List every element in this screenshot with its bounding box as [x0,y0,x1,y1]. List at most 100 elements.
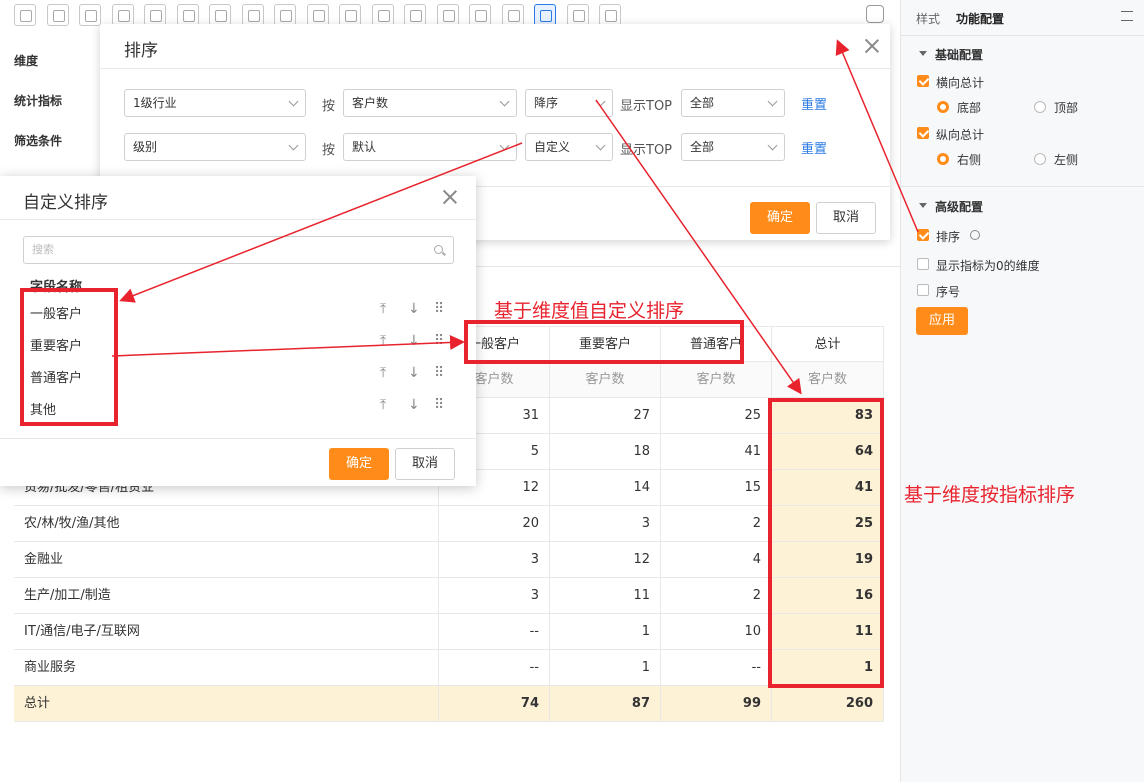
field-select-1[interactable]: 1级行业 [124,89,306,117]
chevron-down-icon [499,96,510,107]
table-cell: 15 [661,470,772,506]
move-top-icon[interactable]: ⤒ [380,397,386,413]
divider [100,68,890,69]
total-cell: 260 [772,686,884,722]
bar-icon[interactable] [436,4,459,26]
chevron-down-icon [288,140,299,151]
radio-bottom[interactable] [937,101,949,113]
table-cell: 41 [661,434,772,470]
top-select-1[interactable]: 全部 [681,89,785,117]
custom-confirm-button[interactable]: 确定 [329,448,389,480]
gauge-icon[interactable] [274,4,296,26]
reset-link-2[interactable]: 重置 [801,138,827,157]
line-chart-icon[interactable] [46,4,69,26]
funnel-icon[interactable] [111,4,134,26]
by-label: 按 [322,143,336,158]
chevron-down-icon [288,96,299,107]
pie-chart-icon[interactable] [79,4,101,26]
metric-select-2-value: 默认 [352,140,377,154]
serial-checkbox[interactable] [917,284,929,296]
move-top-icon[interactable]: ⤒ [380,365,386,381]
order-select-2[interactable]: 自定义 [525,133,613,161]
table-cell: 4 [661,542,772,578]
drag-handle-icon[interactable]: ⠿ [434,365,444,381]
panel-menu-icon[interactable] [1121,11,1133,21]
table-icon[interactable] [14,4,36,26]
table-cell: 10 [661,614,772,650]
move-down-icon[interactable]: ↓ [408,365,420,381]
radio-top-label: 顶部 [1054,101,1079,115]
radio-left[interactable] [1034,153,1046,165]
caret-down-icon[interactable] [919,203,927,208]
drag-handle-icon[interactable]: ⠿ [434,397,444,413]
radar-icon[interactable] [306,4,329,26]
top-select-1-value: 全部 [690,96,715,110]
show-top-label: 显示TOP [620,99,673,114]
total-cell: 99 [661,686,772,722]
sort-checkbox[interactable] [917,229,929,241]
grid-icon[interactable] [176,4,199,26]
sort-confirm-button[interactable]: 确定 [750,202,810,234]
custom-cancel-button[interactable]: 取消 [395,448,455,480]
show-zero-checkbox[interactable] [917,258,929,270]
apply-button[interactable]: 应用 [916,307,968,335]
top-select-2[interactable]: 全部 [681,133,785,161]
close-icon[interactable] [442,189,458,205]
row-dimension: 生产/加工/制造 [14,578,439,614]
tab-style[interactable]: 样式 [916,10,940,27]
line-icon[interactable] [469,4,491,26]
metric-select-1[interactable]: 客户数 [343,89,517,117]
heat-icon[interactable] [501,4,524,26]
combo-chart-icon[interactable] [209,4,231,26]
close-icon[interactable] [864,38,880,54]
caret-down-icon[interactable] [919,51,927,56]
radio-top[interactable] [1034,101,1046,113]
sort-label: 排序 [936,230,961,244]
card-icon[interactable] [241,4,264,26]
table-cell: 1 [550,614,661,650]
order-select-1-value: 降序 [534,96,559,110]
move-down-icon[interactable]: ↓ [408,333,420,349]
globe-icon[interactable] [339,4,361,26]
custom-dialog-title: 自定义排序 [23,193,108,213]
search-input[interactable]: 搜索 [23,236,454,264]
row-total-label: 横向总计 [936,76,985,90]
top-select-2-value: 全部 [690,140,715,154]
radio-right[interactable] [937,153,949,165]
column-header: 总计 [772,326,884,362]
radio-left-label: 左侧 [1054,153,1079,167]
drag-handle-icon[interactable]: ⠿ [434,301,444,317]
drag-handle-icon[interactable]: ⠿ [434,333,444,349]
sort-dialog-title: 排序 [124,41,158,61]
total-cell: 87 [550,686,661,722]
help-icon[interactable] [599,4,621,26]
globe-icon[interactable] [371,4,394,26]
move-top-icon[interactable]: ⤒ [380,301,386,317]
col-total-checkbox[interactable] [917,127,929,139]
annotation-box-totals [768,398,884,688]
move-top-icon[interactable]: ⤒ [380,333,386,349]
table-cell: 2 [661,506,772,542]
table-cell: 20 [439,506,550,542]
table-cell: 25 [661,398,772,434]
row-dimension: 商业服务 [14,650,439,686]
gear-icon[interactable] [970,230,980,240]
panel-divider [901,35,1144,36]
share-icon[interactable] [866,5,884,23]
dot-icon[interactable] [404,4,426,26]
table-cell: -- [439,650,550,686]
scatter-icon[interactable] [566,4,589,26]
order-select-1[interactable]: 降序 [525,89,613,117]
pivot-table-icon[interactable] [534,4,556,26]
advanced-config-title: 高级配置 [935,200,984,214]
metric-select-2[interactable]: 默认 [343,133,517,161]
tab-function-config[interactable]: 功能配置 [956,10,1004,27]
reset-link-1[interactable]: 重置 [801,94,827,113]
move-down-icon[interactable]: ↓ [408,397,420,413]
show-zero-label: 显示指标为0的维度 [936,259,1040,273]
row-total-checkbox[interactable] [917,75,929,87]
funnel-icon[interactable] [144,4,166,26]
field-select-2[interactable]: 级别 [124,133,306,161]
move-down-icon[interactable]: ↓ [408,301,420,317]
sort-cancel-button[interactable]: 取消 [816,202,876,234]
